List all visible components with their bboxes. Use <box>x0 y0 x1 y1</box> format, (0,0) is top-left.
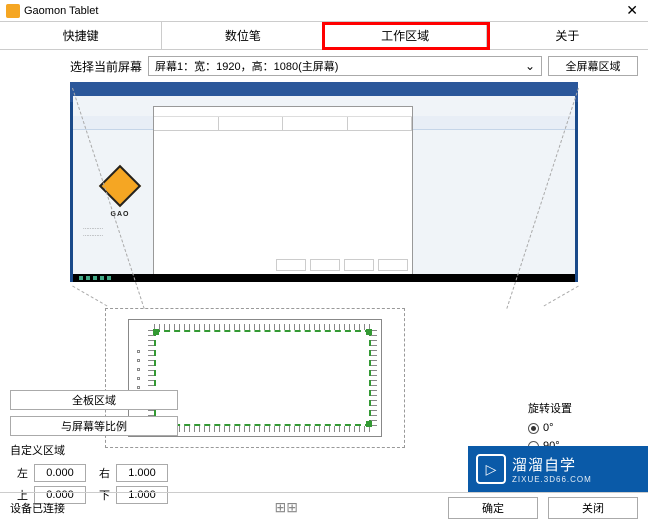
screen-preview: GAO ························ <box>60 82 588 292</box>
monitor-rect[interactable]: GAO ························ <box>70 82 578 282</box>
status-text: 设备已连接 <box>10 500 265 516</box>
fullscreen-button[interactable]: 全屏幕区域 <box>548 56 638 76</box>
footer: 设备已连接 ⊞⊞ 确定 关闭 <box>0 492 648 522</box>
rotate-title: 旋转设置 <box>528 400 638 416</box>
preview-desktop: GAO ························ <box>73 96 575 274</box>
window-title: Gaomon Tablet <box>24 5 622 17</box>
play-icon: ▷ <box>476 454 506 484</box>
screen-selector-row: 选择当前屏幕 屏幕1：宽：1920，高：1080(主屏幕) 全屏幕区域 <box>0 50 648 80</box>
tab-bar: 快捷键 数位笔 工作区域 关于 <box>0 22 648 50</box>
left-label: 左 <box>10 465 28 481</box>
tab-shortcuts[interactable]: 快捷键 <box>0 22 162 49</box>
resize-handle[interactable] <box>366 421 372 427</box>
ruler-right <box>371 330 377 426</box>
close-icon[interactable]: ✕ <box>622 2 642 19</box>
right-input[interactable] <box>116 464 168 482</box>
preview-smalltext: ························ <box>83 226 133 240</box>
resize-handle[interactable] <box>153 329 159 335</box>
screen-select[interactable]: 屏幕1：宽：1920，高：1080(主屏幕) <box>148 56 542 76</box>
titlebar: Gaomon Tablet ✕ <box>0 0 648 22</box>
watermark-main: 溜溜自学 <box>512 454 592 475</box>
rotate-0-label: 0° <box>543 422 554 434</box>
close-button[interactable]: 关闭 <box>548 497 638 519</box>
area-controls: 全板区域 与屏幕等比例 自定义区域 左 右 上 下 <box>10 390 210 508</box>
custom-area-label: 自定义区域 <box>10 442 210 458</box>
watermark: ▷ 溜溜自学 ZIXUE.3D66.COM <box>468 446 648 492</box>
tab-about[interactable]: 关于 <box>487 22 648 49</box>
scale-button[interactable]: 与屏幕等比例 <box>10 416 178 436</box>
tab-workarea[interactable]: 工作区域 <box>325 22 487 49</box>
logo-text: GAO <box>95 211 145 218</box>
preview-taskbar <box>73 274 575 282</box>
grid-icon[interactable]: ⊞⊞ <box>275 499 298 516</box>
full-tablet-button[interactable]: 全板区域 <box>10 390 178 410</box>
logo: GAO <box>95 161 145 221</box>
resize-handle[interactable] <box>366 329 372 335</box>
tab-pen[interactable]: 数位笔 <box>162 22 324 49</box>
ok-button[interactable]: 确定 <box>448 497 538 519</box>
preview-nested-window <box>153 106 413 276</box>
app-icon <box>6 4 20 18</box>
screen-selected-text: 屏幕1：宽：1920，高：1080(主屏幕) <box>155 58 338 74</box>
radio-icon <box>528 423 539 434</box>
watermark-sub: ZIXUE.3D66.COM <box>512 475 592 484</box>
right-label: 右 <box>92 465 110 481</box>
rotate-0[interactable]: 0° <box>528 422 638 434</box>
left-input[interactable] <box>34 464 86 482</box>
screen-label: 选择当前屏幕 <box>70 58 142 75</box>
